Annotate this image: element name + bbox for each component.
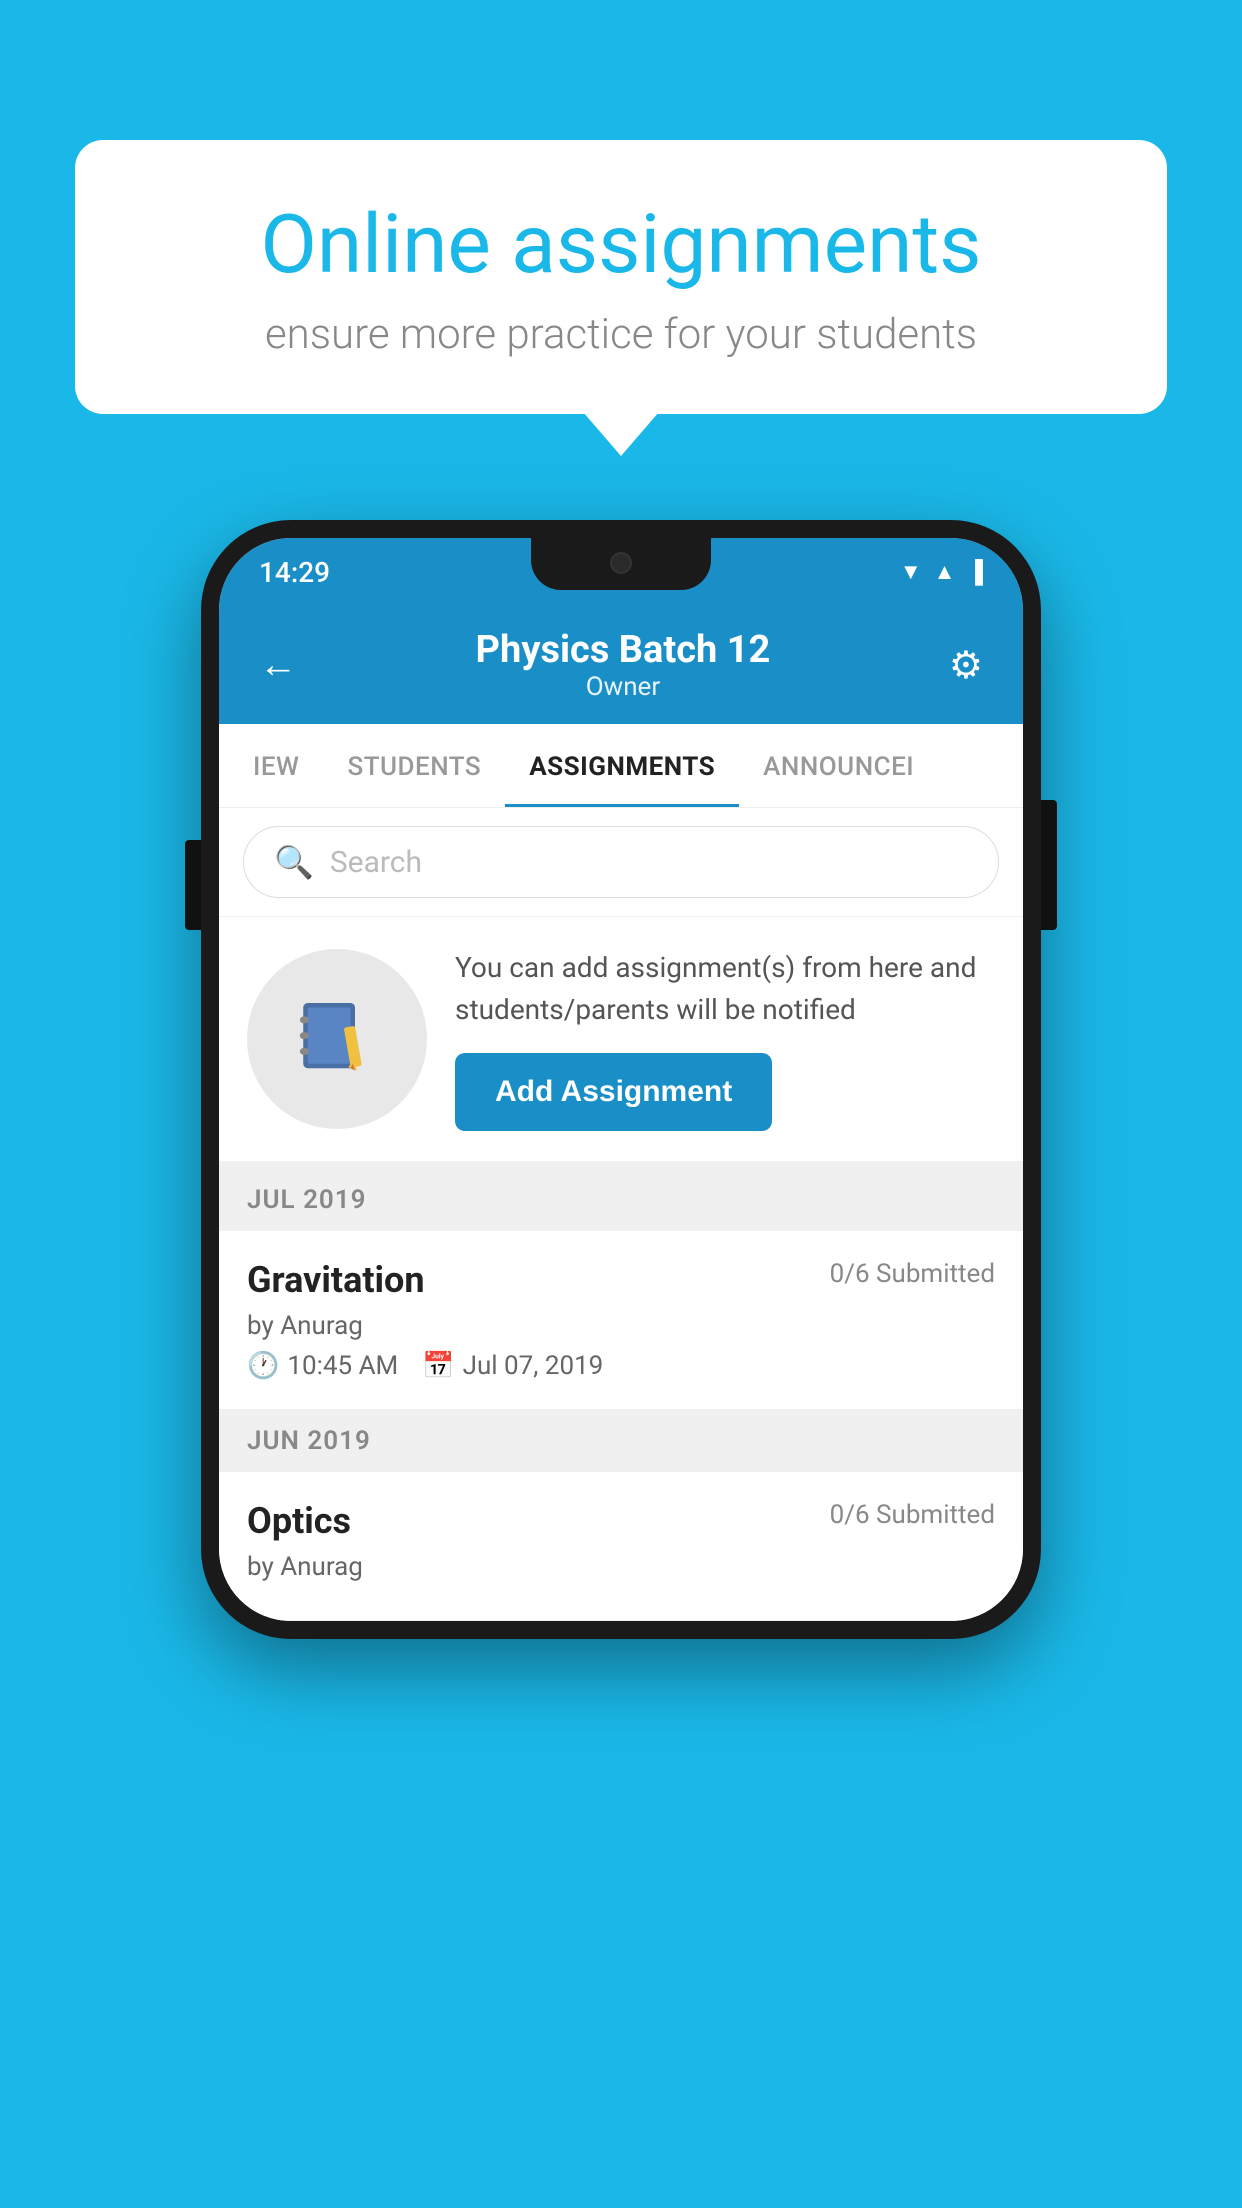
search-bar[interactable]: 🔍 Search xyxy=(243,826,999,898)
tab-students[interactable]: STUDENTS xyxy=(323,724,505,807)
signal-icon: ▲ xyxy=(934,559,956,585)
back-button[interactable]: ← xyxy=(259,643,297,687)
search-icon: 🔍 xyxy=(274,843,314,881)
notch-camera xyxy=(610,552,632,574)
status-time: 14:29 xyxy=(259,556,330,589)
tab-assignments[interactable]: ASSIGNMENTS xyxy=(505,724,739,807)
app-header: ← Physics Batch 12 Owner ⚙ xyxy=(219,606,1023,724)
bubble-subtitle: ensure more practice for your students xyxy=(145,310,1097,359)
promo-right: You can add assignment(s) from here and … xyxy=(455,947,995,1131)
speech-bubble-area: Online assignments ensure more practice … xyxy=(75,140,1167,414)
meta-date: 📅 Jul 07, 2019 xyxy=(422,1351,603,1381)
meta-time: 🕐 10:45 AM xyxy=(247,1351,398,1381)
meta-date-text: Jul 07, 2019 xyxy=(463,1351,604,1381)
promo-icon-circle xyxy=(247,949,427,1129)
wifi-icon: ▼ xyxy=(900,559,922,585)
assignment-item-optics[interactable]: Optics 0/6 Submitted by Anurag xyxy=(219,1472,1023,1621)
status-bar: 14:29 ▼ ▲ ▐ xyxy=(219,538,1023,606)
assignment-submitted: 0/6 Submitted xyxy=(830,1259,995,1289)
tab-announcements[interactable]: ANNOUNCEI xyxy=(739,724,938,807)
assignment-item-gravitation[interactable]: Gravitation 0/6 Submitted by Anurag 🕐 10… xyxy=(219,1231,1023,1410)
search-placeholder: Search xyxy=(330,845,422,880)
tabs-bar: IEW STUDENTS ASSIGNMENTS ANNOUNCEI xyxy=(219,724,1023,808)
phone-screen: 14:29 ▼ ▲ ▐ ← Physics Batch 12 Owner ⚙ xyxy=(219,538,1023,1621)
phone-wrapper: 14:29 ▼ ▲ ▐ ← Physics Batch 12 Owner ⚙ xyxy=(201,520,1041,1639)
month-separator-jul: JUL 2019 xyxy=(219,1169,1023,1231)
calendar-icon: 📅 xyxy=(422,1351,454,1381)
add-assignment-button[interactable]: Add Assignment xyxy=(455,1053,772,1131)
notebook-icon xyxy=(292,994,382,1084)
month-separator-jun: JUN 2019 xyxy=(219,1410,1023,1472)
clock-icon: 🕐 xyxy=(247,1351,279,1381)
tab-iew[interactable]: IEW xyxy=(229,724,323,807)
header-title-area: Physics Batch 12 Owner xyxy=(297,628,949,702)
notch xyxy=(531,538,711,590)
speech-bubble: Online assignments ensure more practice … xyxy=(75,140,1167,414)
gear-icon[interactable]: ⚙ xyxy=(949,643,983,688)
assignment-row1: Gravitation 0/6 Submitted xyxy=(247,1259,995,1301)
bubble-title: Online assignments xyxy=(145,200,1097,290)
assignment-row1-optics: Optics 0/6 Submitted xyxy=(247,1500,995,1542)
search-container: 🔍 Search xyxy=(219,808,1023,917)
assignment-by: by Anurag xyxy=(247,1311,995,1341)
promo-text: You can add assignment(s) from here and … xyxy=(455,947,995,1031)
batch-title: Physics Batch 12 xyxy=(297,628,949,672)
assignment-name-optics: Optics xyxy=(247,1500,351,1542)
promo-section: You can add assignment(s) from here and … xyxy=(219,917,1023,1169)
battery-icon: ▐ xyxy=(967,559,983,585)
assignment-by-optics: by Anurag xyxy=(247,1552,995,1582)
assignment-meta: 🕐 10:45 AM 📅 Jul 07, 2019 xyxy=(247,1351,995,1381)
assignment-name: Gravitation xyxy=(247,1259,425,1301)
meta-time-text: 10:45 AM xyxy=(287,1351,398,1381)
status-icons: ▼ ▲ ▐ xyxy=(900,559,983,585)
batch-subtitle: Owner xyxy=(297,672,949,702)
assignment-submitted-optics: 0/6 Submitted xyxy=(830,1500,995,1530)
phone-outer: 14:29 ▼ ▲ ▐ ← Physics Batch 12 Owner ⚙ xyxy=(201,520,1041,1639)
